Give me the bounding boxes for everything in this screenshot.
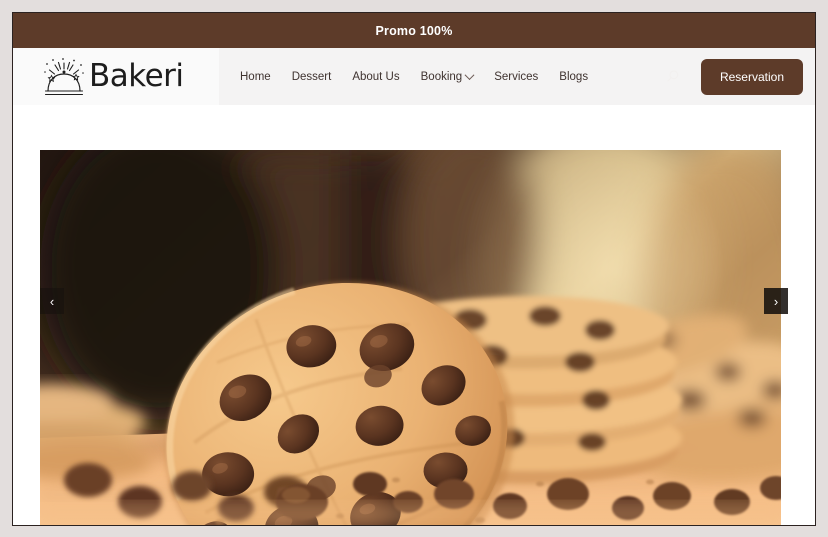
chevron-right-icon: › (773, 293, 779, 309)
reservation-button[interactable]: Reservation (700, 58, 803, 95)
cloche-sparkle-icon (41, 56, 87, 98)
nav-item-services[interactable]: Services (494, 71, 538, 83)
browser-viewport: Promo 100% Bakeri Home Dessert About Us … (12, 12, 816, 526)
main-navigation: Home Dessert About Us Booking Services B… (240, 70, 588, 83)
carousel-prev-button[interactable]: ‹ (40, 288, 64, 314)
nav-item-label: Booking (420, 70, 463, 83)
nav-item-about-us[interactable]: About Us (352, 71, 399, 83)
hero-carousel: ‹ › (13, 105, 815, 525)
hero-slide-image (40, 150, 781, 525)
nav-item-label: Home (240, 70, 271, 83)
nav-item-label: Dessert (291, 70, 332, 83)
nav-item-label: Services (494, 70, 539, 83)
search-icon[interactable] (663, 67, 683, 87)
nav-item-blogs[interactable]: Blogs (559, 71, 588, 83)
logo[interactable]: Bakeri (13, 48, 219, 105)
site-header: Bakeri Home Dessert About Us Booking Ser… (13, 48, 815, 105)
header-actions: Reservation (663, 48, 803, 105)
nav-item-label: Blogs (559, 70, 589, 83)
chevron-left-icon: ‹ (49, 293, 55, 309)
carousel-next-button[interactable]: › (764, 288, 788, 314)
nav-item-home[interactable]: Home (240, 71, 271, 83)
promo-banner: Promo 100% (13, 13, 815, 48)
nav-item-label: About Us (352, 70, 400, 83)
chevron-down-icon (464, 70, 475, 81)
nav-item-booking[interactable]: Booking (420, 70, 475, 83)
promo-banner-text: Promo 100% (375, 23, 453, 38)
nav-item-dessert[interactable]: Dessert (292, 71, 332, 83)
logo-wordmark: Bakeri (89, 58, 184, 94)
